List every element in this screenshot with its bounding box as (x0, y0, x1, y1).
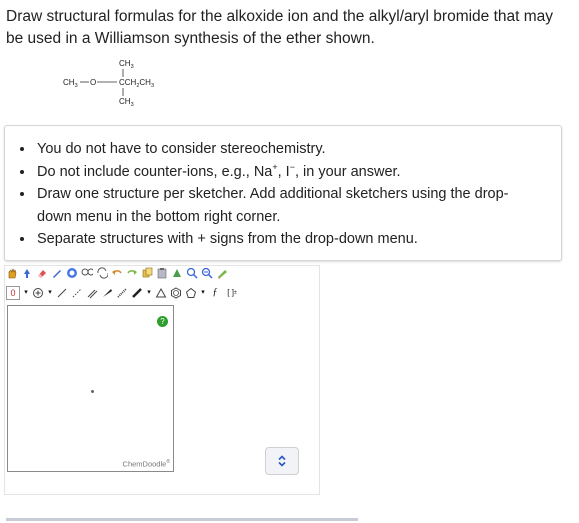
wedge-bond-icon[interactable] (101, 287, 113, 299)
lasso-select-icon[interactable] (21, 267, 33, 279)
chemdoodle-watermark: ChemDoodle® (122, 458, 170, 469)
zoom-center-icon[interactable] (66, 267, 78, 279)
canvas-cursor-dot (91, 390, 94, 393)
add-charge-icon[interactable] (32, 287, 44, 299)
add-sketcher-dropdown-button[interactable] (265, 447, 299, 475)
hand-pan-icon[interactable] (6, 267, 18, 279)
clean-icon[interactable] (171, 267, 183, 279)
instruction-counter-ions: Do not include counter-ions, e.g., Na+, … (35, 161, 561, 184)
structure-center-chain: CCH2CH3 (119, 78, 154, 89)
paste-icon[interactable] (156, 267, 168, 279)
cyclopropane-icon[interactable] (155, 287, 167, 299)
chevron-down-icon[interactable]: ▾ (146, 287, 152, 299)
sketcher-canvas[interactable]: ? ChemDoodle® (7, 305, 174, 472)
sketcher-toolbar-top (6, 266, 231, 280)
instruction-stereochemistry: You do not have to consider stereochemis… (35, 138, 561, 161)
copy-icon[interactable] (141, 267, 153, 279)
sketcher-toolbar-bottom: 0 ▾ ▾ ▾ ▾ ƒ [ ] ± (6, 286, 243, 300)
chevron-down-icon[interactable]: ▾ (23, 287, 29, 299)
bracket-tool-icon[interactable]: [ ] ± (224, 287, 240, 299)
instruction-separate-structures: Separate structures with + signs from th… (35, 228, 561, 251)
templates-icon[interactable] (81, 267, 93, 279)
structure-left-methyl: CH3 (63, 78, 78, 89)
charge-selector[interactable]: 0 (6, 286, 20, 300)
structure-bottom-methyl: CH3 (119, 97, 134, 108)
bottom-scrollbar[interactable] (6, 518, 358, 521)
chevron-down-icon[interactable]: ▾ (200, 287, 206, 299)
up-down-chevron-icon (278, 455, 286, 467)
flip-icon[interactable] (96, 267, 108, 279)
bold-bond-icon[interactable] (131, 287, 143, 299)
eraser-icon[interactable] (36, 267, 48, 279)
structure-oxygen: O (90, 78, 96, 87)
clear-canvas-icon[interactable] (216, 267, 228, 279)
cyclopentane-icon[interactable] (185, 287, 197, 299)
benzene-icon[interactable] (170, 287, 182, 299)
ether-structure: CH3 CH3 O CCH2CH3 CH3 (63, 59, 154, 108)
help-icon[interactable]: ? (157, 316, 168, 327)
text-tool-icon[interactable]: ƒ (209, 287, 221, 299)
chevron-down-icon[interactable]: ▾ (47, 287, 53, 299)
instruction-one-structure: Draw one structure per sketcher. Add add… (35, 183, 561, 228)
hashed-bond-icon[interactable] (116, 287, 128, 299)
redo-icon[interactable] (126, 267, 138, 279)
zoom-in-icon[interactable] (186, 267, 198, 279)
instructions-box: You do not have to consider stereochemis… (4, 125, 562, 261)
undo-icon[interactable] (111, 267, 123, 279)
zoom-out-icon[interactable] (201, 267, 213, 279)
dashed-bond-icon[interactable] (71, 287, 83, 299)
pen-icon[interactable] (51, 267, 63, 279)
double-bond-icon[interactable] (86, 287, 98, 299)
single-bond-icon[interactable] (56, 287, 68, 299)
structure-top-methyl: CH3 (119, 59, 134, 70)
instructions-list: You do not have to consider stereochemis… (5, 138, 561, 251)
